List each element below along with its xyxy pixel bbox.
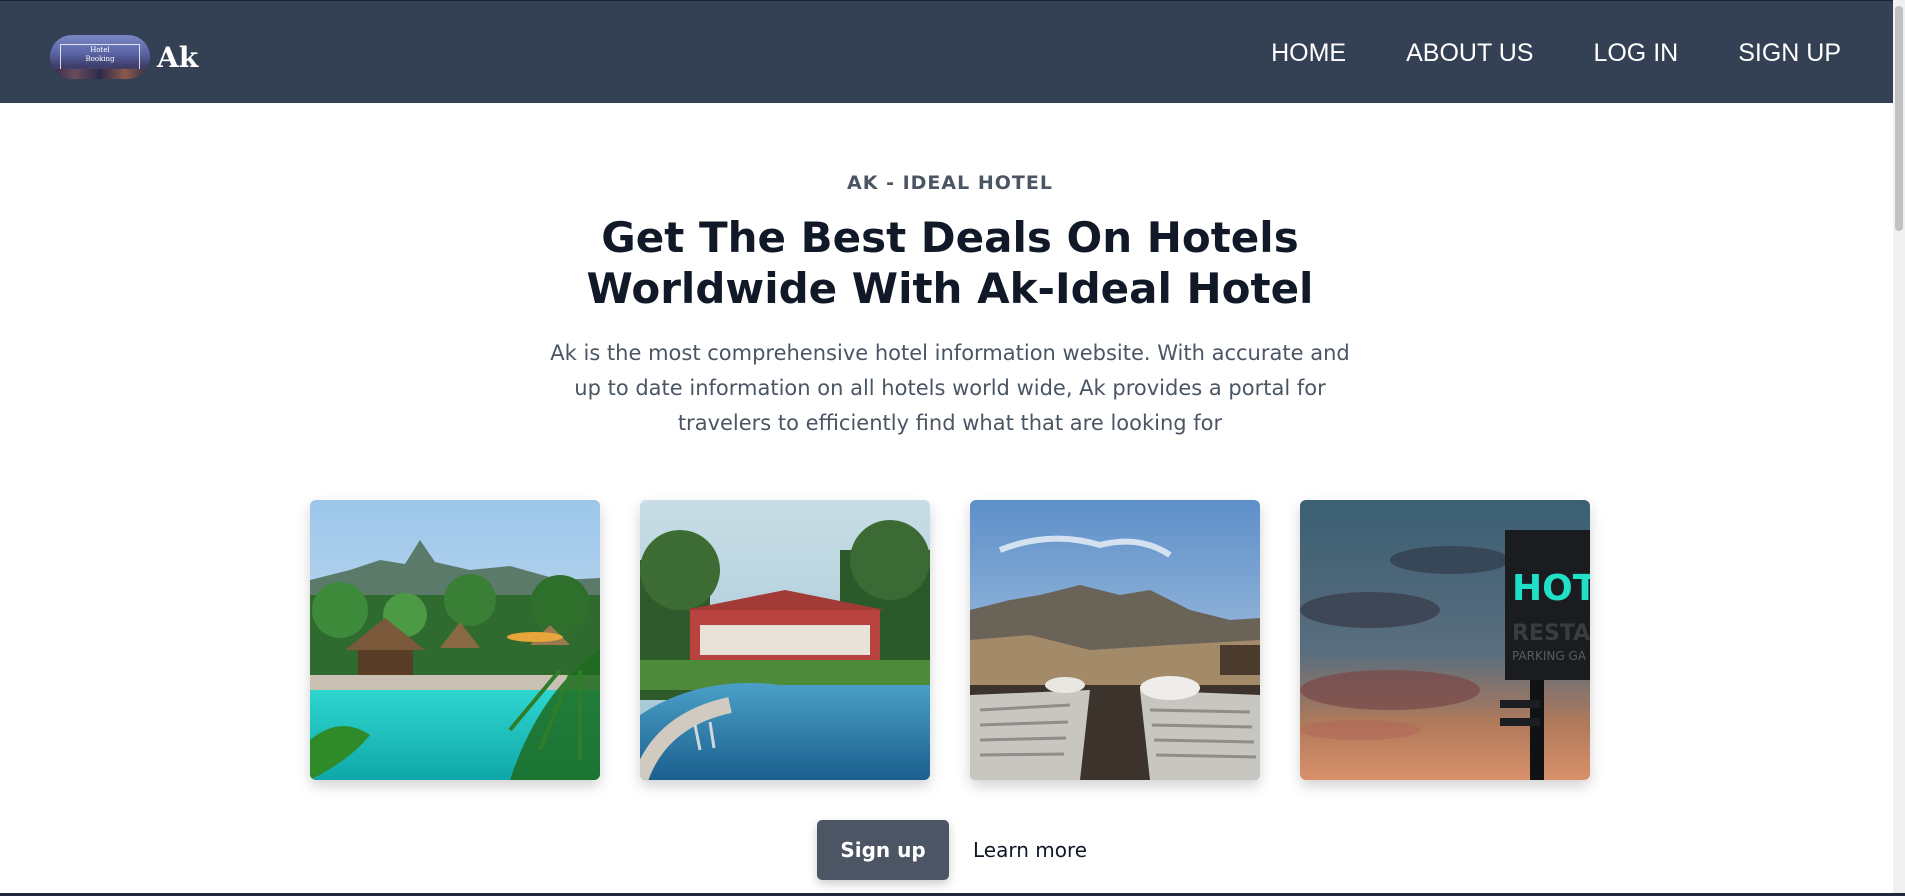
- resort-pool-image: [640, 500, 930, 780]
- hero-title-line-2: Worldwide With Ak-Ideal Hotel: [586, 264, 1314, 313]
- brand-logo-link[interactable]: Hotel Booking Ak: [50, 34, 198, 80]
- tropical-pool-image: [310, 500, 600, 780]
- nav-about-link[interactable]: ABOUT US: [1406, 39, 1533, 68]
- nav-home-link[interactable]: HOME: [1271, 39, 1346, 68]
- mountain-terrace-image: [970, 500, 1260, 780]
- nav-login-link[interactable]: LOG IN: [1593, 39, 1678, 68]
- hero-description: Ak is the most comprehensive hotel infor…: [550, 341, 1350, 435]
- scrollbar-thumb[interactable]: [1895, 6, 1903, 231]
- logo-image: Hotel Booking: [50, 35, 150, 79]
- neon-restaurant-text: RESTAURA: [1512, 621, 1590, 646]
- brand-name: Ak: [157, 40, 199, 74]
- main-nav: HOME ABOUT US LOG IN SIGN UP: [1211, 39, 1841, 68]
- hero-title: Get The Best Deals On Hotels Worldwide W…: [0, 212, 1900, 314]
- learn-more-link[interactable]: Learn more: [965, 820, 1095, 880]
- logo-text-bottom: Booking: [85, 55, 115, 63]
- page-scrollbar[interactable]: [1893, 0, 1905, 896]
- hero-eyebrow: AK - IDEAL HOTEL: [847, 172, 1053, 194]
- neon-parking-text: PARKING GA: [1512, 649, 1587, 663]
- hotel-neon-sign-image: HOTEL RESTAURA PARKING GA: [1300, 500, 1590, 780]
- sign-up-button[interactable]: Sign up: [817, 820, 949, 880]
- top-navbar: Hotel Booking Ak HOME ABOUT US LOG IN SI…: [0, 0, 1905, 103]
- neon-hotel-text: HOTEL: [1512, 568, 1590, 609]
- nav-signup-link[interactable]: SIGN UP: [1738, 39, 1841, 68]
- hero-title-line-1: Get The Best Deals On Hotels: [601, 213, 1299, 262]
- logo-skyline: [50, 69, 150, 79]
- logo-text-top: Hotel: [90, 46, 110, 54]
